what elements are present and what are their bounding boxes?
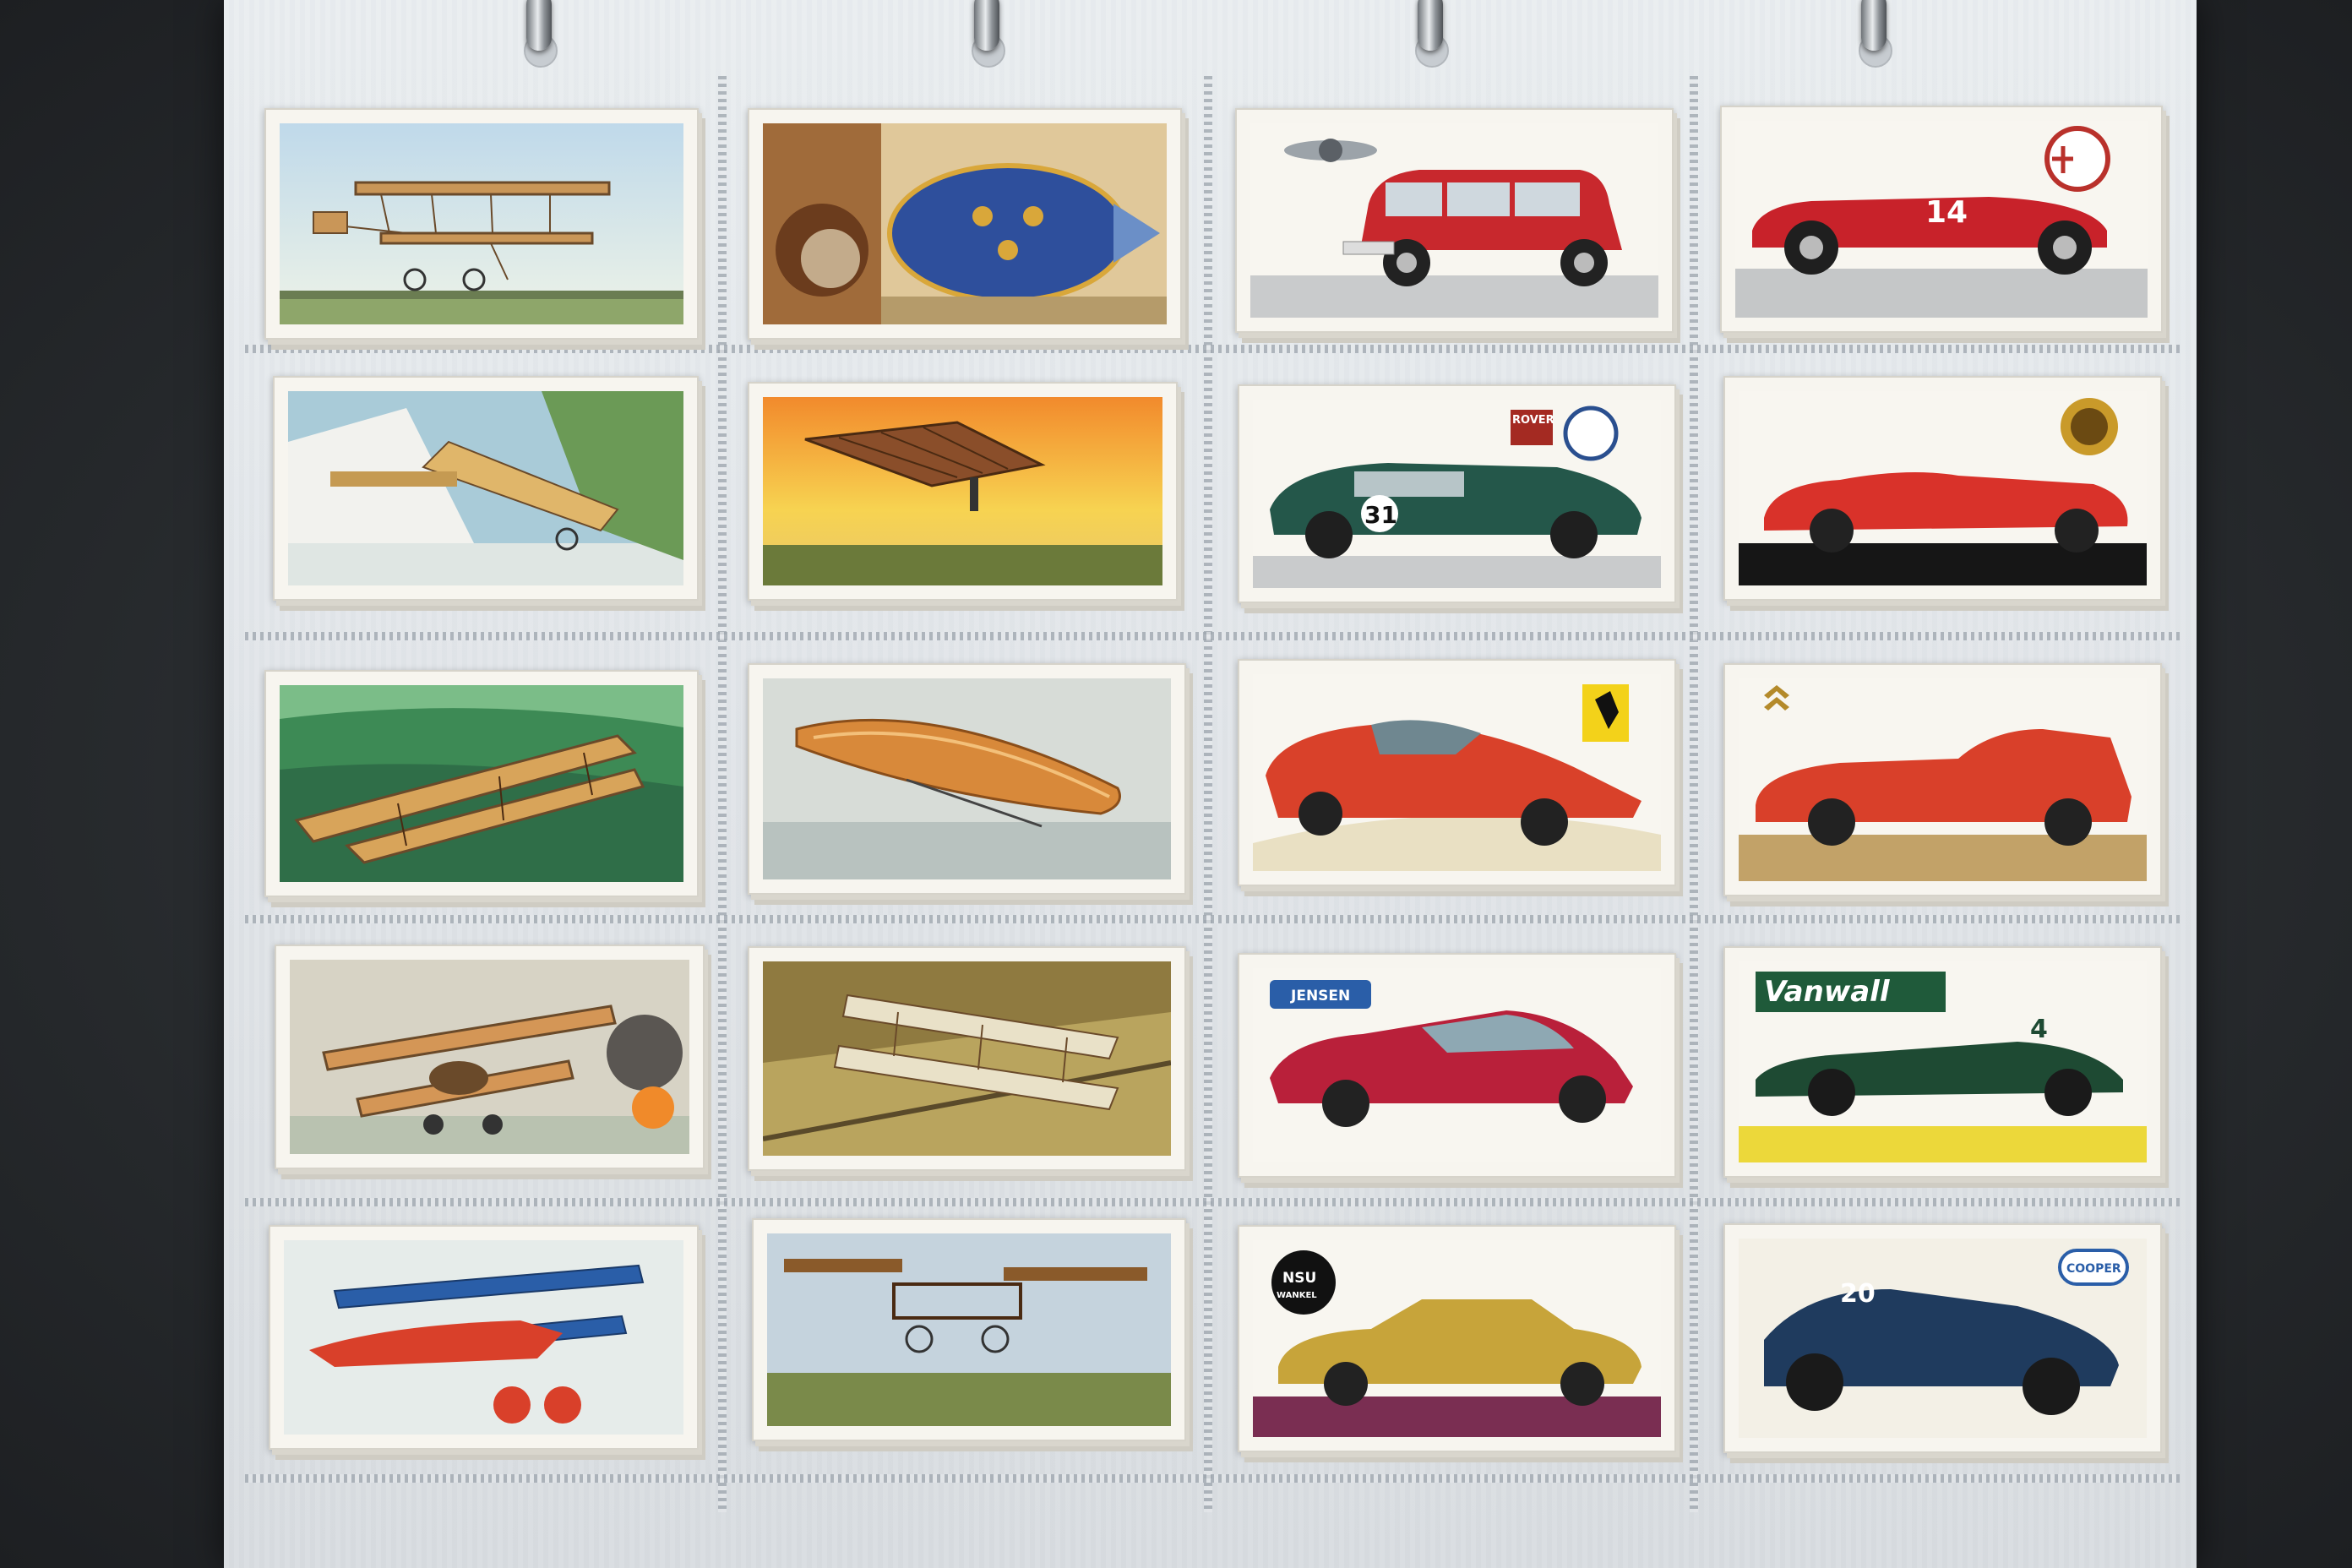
rover-logo-text: ROVER bbox=[1512, 414, 1554, 427]
card-nsu-ro80: NSU WANKEL bbox=[1238, 1225, 1676, 1452]
binder-ring bbox=[1861, 0, 1886, 51]
pocket-divider bbox=[245, 1198, 2180, 1206]
pocket-divider bbox=[245, 1474, 2180, 1483]
pocket-divider bbox=[245, 345, 2180, 353]
binder-ring bbox=[526, 0, 552, 51]
racing-number: 4 bbox=[2030, 1015, 2048, 1044]
card-bleriot-monoplane bbox=[273, 376, 699, 601]
card-ww1-biplane bbox=[275, 945, 705, 1169]
cooper-logo-text: COOPER bbox=[2066, 1262, 2121, 1276]
binder-ring bbox=[1418, 0, 1443, 51]
card-lilienthal-glider bbox=[748, 382, 1178, 601]
card-fokker-biplane bbox=[269, 1225, 699, 1450]
card-jensen-interceptor: JENSEN bbox=[1238, 953, 1676, 1178]
card-ferrari-330 bbox=[1238, 659, 1676, 886]
racing-number: 14 bbox=[1925, 195, 1968, 230]
nsu-logo-bottom: WANKEL bbox=[1277, 1291, 1317, 1300]
card-voisin-biplane bbox=[264, 670, 699, 897]
card-mini-cooper bbox=[1235, 108, 1674, 333]
card-airship bbox=[748, 663, 1186, 895]
card-jaguar-xk120 bbox=[1723, 376, 2162, 601]
pocket-divider bbox=[245, 632, 2180, 640]
card-cooper-racer: COOPER 20 bbox=[1723, 1223, 2162, 1453]
card-rover-brm-racer: ROVER 31 bbox=[1238, 384, 1676, 603]
pocket-divider bbox=[245, 915, 2180, 923]
pocket-divider bbox=[1690, 76, 1698, 1512]
card-montgolfier-balloon bbox=[748, 108, 1182, 340]
pocket-divider bbox=[718, 76, 727, 1512]
nsu-logo-top: NSU bbox=[1282, 1270, 1316, 1287]
card-biplane-farman bbox=[264, 108, 699, 340]
card-alfa-romeo-racer: 14 bbox=[1720, 106, 2163, 333]
card-wright-flyer bbox=[748, 946, 1186, 1171]
jensen-logo-text: JENSEN bbox=[1290, 988, 1350, 1004]
racing-number: 20 bbox=[1840, 1279, 1876, 1309]
binder-ring bbox=[974, 0, 999, 51]
card-early-helicopter bbox=[752, 1218, 1186, 1441]
vanwall-logo-text: Vanwall bbox=[1764, 975, 1891, 1009]
pocket-divider bbox=[1204, 76, 1212, 1512]
racing-number: 31 bbox=[1364, 501, 1397, 529]
card-citroen-ds-convertible bbox=[1723, 663, 2162, 896]
card-vanwall-racer: Vanwall 4 bbox=[1723, 946, 2162, 1178]
